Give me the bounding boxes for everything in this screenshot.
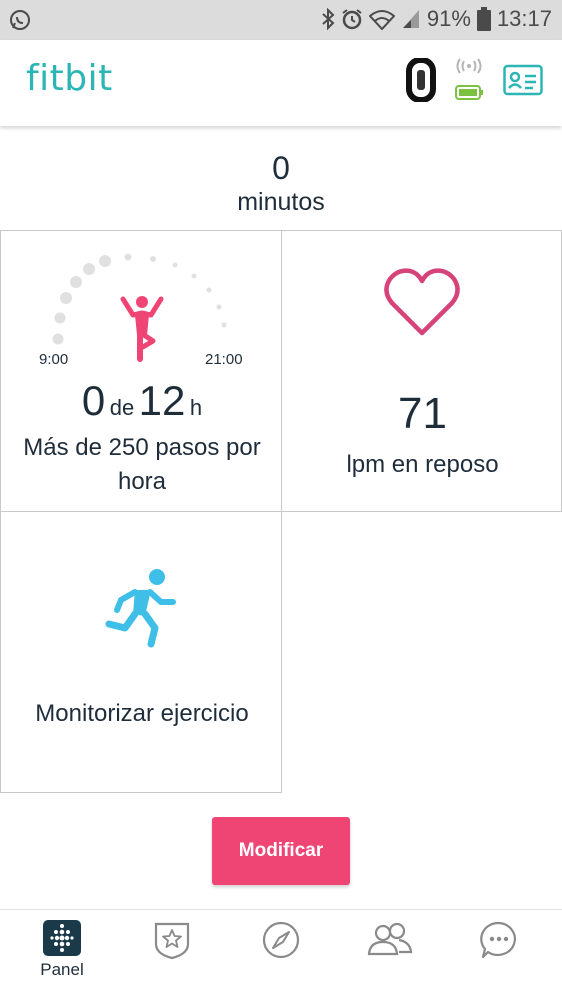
- challenges-icon: [154, 922, 190, 960]
- signal-icon: [401, 8, 421, 30]
- nav-item-panel[interactable]: Panel: [32, 920, 92, 990]
- active-minutes-ring: [244, 126, 320, 142]
- app-header: fitbit: [0, 40, 562, 126]
- heart-icon: [384, 268, 460, 336]
- status-bar: 91% 13:17: [0, 0, 562, 40]
- hourly-connector: de: [109, 395, 135, 420]
- battery-percent: 91%: [426, 6, 471, 31]
- discover-icon: [262, 921, 300, 959]
- nav-label-panel: Panel: [40, 960, 84, 979]
- active-minutes-value[interactable]: 0: [0, 150, 562, 187]
- nav-item-more[interactable]: [469, 920, 529, 990]
- profile-card-icon[interactable]: [503, 64, 543, 101]
- nav-item-challenges[interactable]: [142, 920, 202, 990]
- resting-heart-rate-label: lpm en reposo: [346, 451, 499, 478]
- clock-time: 13:17: [496, 6, 552, 31]
- runner-icon: [105, 569, 176, 648]
- nav-item-community[interactable]: [360, 920, 420, 990]
- hourly-activity-tile[interactable]: 9:00 21:00 0 de 12 h Más de 250 pasos po…: [0, 230, 282, 512]
- community-icon: [367, 922, 413, 956]
- bottom-nav: Panel: [0, 909, 562, 999]
- dashboard-content[interactable]: 0 minutos 9:00 21:00 0 de 12 h Más de 25…: [0, 126, 562, 909]
- hourly-description: Más de 250 pasos por hora: [23, 434, 261, 495]
- sync-icon[interactable]: [454, 56, 484, 107]
- exercise-tile[interactable]: Monitorizar ejercicio: [0, 511, 282, 793]
- nav-item-discover[interactable]: [251, 920, 311, 990]
- active-minutes-label: minutos: [237, 188, 325, 216]
- resting-heart-rate-value: 71: [398, 389, 447, 438]
- wifi-icon: [368, 8, 395, 30]
- battery-icon: [476, 7, 491, 31]
- tree-pose-icon: [120, 296, 164, 362]
- bluetooth-icon: [321, 8, 335, 30]
- hourly-end-time: 21:00: [205, 351, 243, 368]
- hourly-unit: h: [189, 395, 203, 420]
- dashboard-icon: [43, 920, 81, 956]
- hourly-start-time: 9:00: [39, 351, 69, 368]
- fitbit-logo: fitbit: [26, 58, 113, 99]
- heart-rate-tile[interactable]: 71 lpm en reposo: [281, 230, 562, 512]
- modify-button[interactable]: Modificar: [212, 817, 350, 885]
- tracker-icon[interactable]: [406, 57, 436, 107]
- whatsapp-icon: [8, 8, 32, 37]
- alarm-icon: [341, 8, 363, 30]
- exercise-label: Monitorizar ejercicio: [35, 700, 249, 727]
- more-icon: [480, 921, 516, 959]
- hourly-progress-value: 0 de 12 h: [1, 377, 283, 425]
- hourly-current: 0: [81, 377, 106, 424]
- hourly-goal: 12: [138, 377, 186, 424]
